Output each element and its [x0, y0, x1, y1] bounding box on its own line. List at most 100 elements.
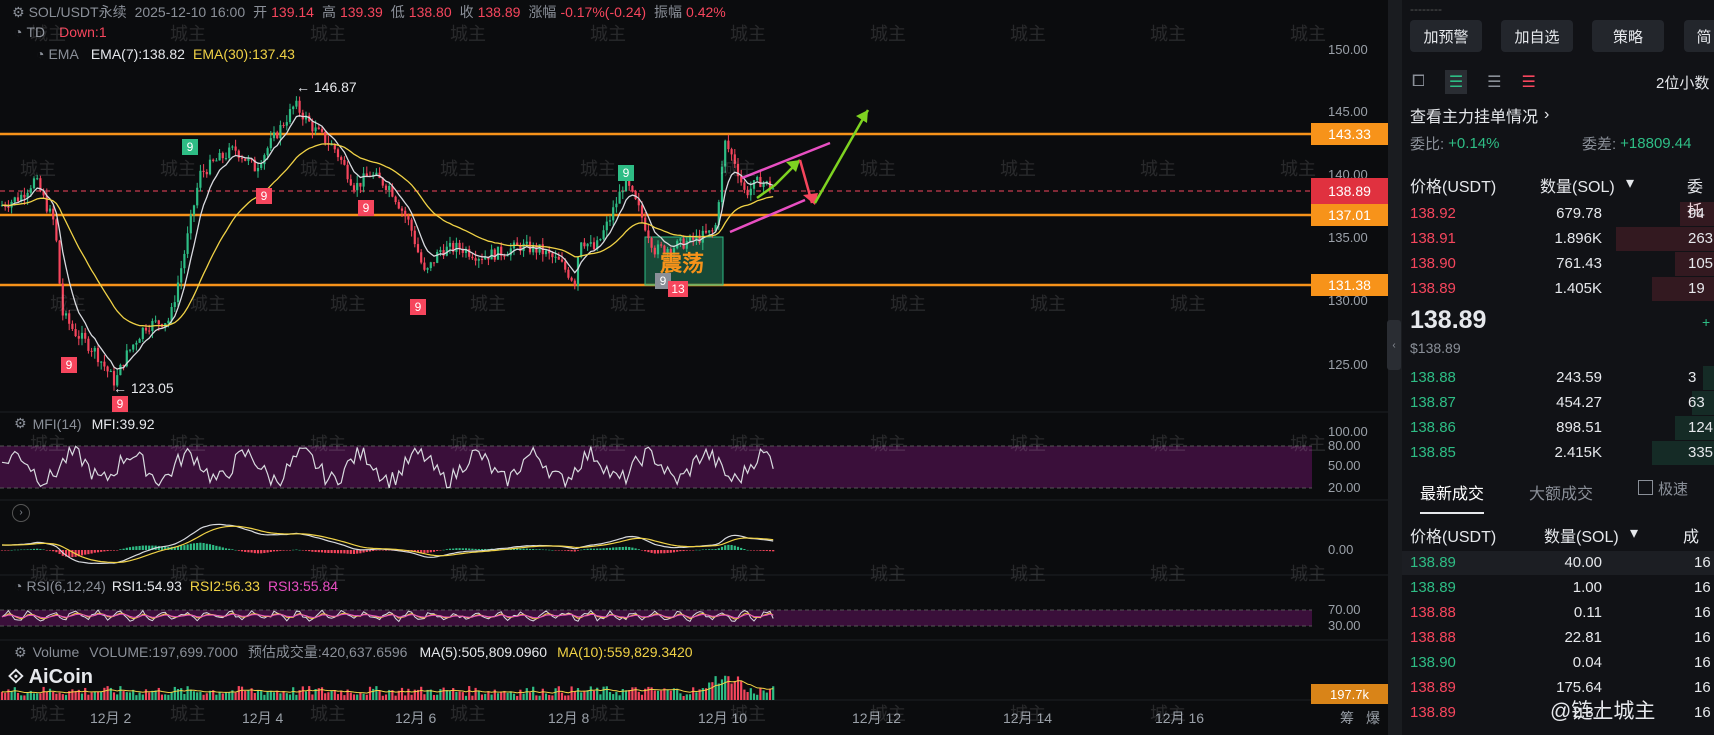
macd-bar: [189, 543, 192, 550]
volume-bar: [541, 688, 544, 700]
macd-bar: [90, 550, 93, 554]
chart-canvas[interactable]: [0, 0, 1388, 735]
bid-row[interactable]: 138.86 898.51 124: [1402, 416, 1714, 440]
macd-bar: [682, 550, 685, 552]
ask-price: 138.92: [1410, 205, 1456, 222]
macd-bar: [260, 550, 263, 554]
candle-body: [580, 242, 583, 258]
caret-down-icon[interactable]: ▾: [1630, 523, 1638, 543]
ask-price: 138.91: [1410, 230, 1456, 247]
candle-body: [132, 344, 135, 350]
strategy-button[interactable]: 策略: [1592, 20, 1664, 52]
expand-icon[interactable]: ›: [12, 504, 30, 522]
ask-row[interactable]: 138.89 1.405K 19: [1402, 277, 1714, 301]
macd-bar: [23, 549, 26, 551]
resistance-price-tag[interactable]: 143.33: [1311, 123, 1388, 145]
support-low-price-tag[interactable]: 131.38: [1311, 274, 1388, 296]
macd-bar: [628, 547, 631, 550]
gear-icon[interactable]: ⚙: [14, 644, 27, 661]
volume-bar: [407, 688, 410, 700]
candle-body: [45, 195, 48, 212]
simple-button[interactable]: 简: [1684, 20, 1714, 52]
td-nine-marker: 9: [182, 139, 198, 155]
both-sides-icon[interactable]: ☰: [1444, 70, 1468, 94]
time-tick: 12月 8: [548, 710, 590, 726]
volume-bar: [567, 695, 570, 700]
candle-body: [100, 361, 103, 363]
volume-bar: [173, 686, 176, 700]
candle-body: [618, 191, 621, 204]
ask-qty: 679.78: [1556, 205, 1602, 222]
candle-body: [263, 155, 266, 165]
chart-area[interactable]: ⚙ SOL/USDT永续 2025-12-10 16:00 开 139.14 高…: [0, 0, 1388, 735]
decimals-select[interactable]: 2位小数: [1656, 72, 1709, 93]
collapse-handle[interactable]: ‹: [1387, 320, 1401, 370]
macd-bar: [295, 549, 298, 551]
volume-bar: [282, 691, 285, 700]
volume-bar: [458, 691, 461, 700]
macd-bar: [554, 550, 557, 551]
col-qty-header[interactable]: 数量(SOL): [1540, 173, 1615, 197]
layout-icon[interactable]: ⧠: [1412, 73, 1425, 91]
gear-icon[interactable]: ⚙: [14, 415, 27, 432]
candle-body: [749, 188, 752, 196]
candle-body: [650, 238, 653, 248]
volume-bar: [144, 689, 148, 700]
volume-bar: [276, 690, 279, 700]
candle-body: [439, 250, 442, 252]
tab-latest-trades[interactable]: 最新成交: [1420, 480, 1485, 514]
volume-bar: [359, 692, 362, 700]
macd-bar: [96, 550, 100, 553]
main-orders-link[interactable]: 查看主力挂单情况 ›: [1410, 103, 1549, 127]
asks-only-icon[interactable]: ☰: [1487, 72, 1501, 92]
candle-body: [343, 159, 346, 165]
macd-bar: [109, 550, 112, 551]
volume-bar: [740, 680, 743, 700]
fast-checkbox[interactable]: [1638, 480, 1653, 495]
volume-bar: [455, 691, 458, 700]
bid-row[interactable]: 138.87 454.27 63: [1402, 391, 1714, 415]
macd-bar: [224, 548, 228, 550]
support-mid-price-tag[interactable]: 137.01: [1311, 204, 1388, 226]
volume-bar: [436, 694, 439, 700]
candle-body: [58, 240, 61, 284]
volume-bar: [692, 687, 695, 700]
volume-bars: [0, 675, 775, 700]
candle-body: [93, 347, 96, 352]
macd-bar: [135, 546, 138, 550]
liquidation-button[interactable]: 爆: [1366, 708, 1380, 728]
candle-body: [560, 259, 564, 262]
bid-price: 138.86: [1410, 419, 1456, 436]
ask-row[interactable]: 138.92 679.78 94: [1402, 202, 1714, 226]
volume-name[interactable]: Volume: [33, 644, 80, 660]
arrow-up-big[interactable]: [813, 109, 870, 204]
macd-bar: [522, 548, 525, 550]
macd-bar: [621, 546, 624, 550]
ask-row[interactable]: 138.91 1.896K 263: [1402, 227, 1714, 251]
candle-body: [356, 182, 359, 191]
add-alert-button[interactable]: 加预警: [1410, 20, 1482, 52]
trade-col-qty[interactable]: 数量(SOL): [1544, 523, 1619, 547]
volume-bar: [304, 691, 308, 700]
ask-row[interactable]: 138.90 761.43 105: [1402, 252, 1714, 276]
volume-bar: [119, 686, 122, 700]
trade-qty: 40.00: [1564, 554, 1602, 571]
td-nine-marker: 9: [61, 357, 77, 373]
rsi-name[interactable]: RSI(6,12,24): [26, 578, 105, 594]
mfi-name[interactable]: MFI(14): [33, 416, 82, 432]
bell-icon[interactable]: ◔: [14, 578, 22, 594]
chips-button[interactable]: 筹: [1340, 708, 1354, 728]
bids-only-icon[interactable]: ☰: [1522, 72, 1536, 92]
add-watchlist-button[interactable]: 加自选: [1501, 20, 1573, 52]
volume-bar: [100, 692, 103, 700]
diff-label: 委差:: [1582, 136, 1617, 153]
caret-down-icon[interactable]: ▾: [1626, 173, 1634, 193]
macd-bar: [100, 550, 103, 552]
bid-row[interactable]: 138.88 243.59 3: [1402, 366, 1714, 390]
tab-large-trades[interactable]: 大额成交: [1529, 480, 1593, 504]
macd-bar: [704, 549, 708, 550]
bid-row[interactable]: 138.85 2.415K 335: [1402, 441, 1714, 465]
volume-bar: [516, 695, 519, 700]
volume-bar: [84, 687, 87, 700]
trade-qty: 175.64: [1556, 679, 1602, 696]
